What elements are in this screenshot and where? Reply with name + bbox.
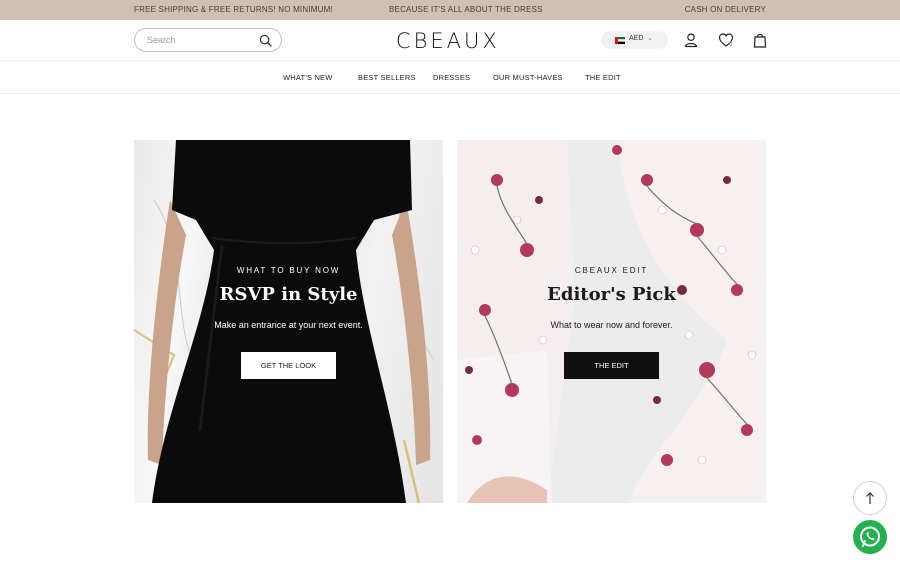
- announcement-tagline: BECAUSE IT'S ALL ABOUT THE DRESS: [389, 5, 543, 14]
- announcement-cod: CASH ON DELIVERY: [684, 5, 766, 14]
- site-header: CBEAUX AED ⌄ 0: [0, 20, 900, 61]
- nav-item-our-must-haves[interactable]: OUR MUST-HAVES: [493, 73, 563, 82]
- whatsapp-chat-button[interactable]: [853, 520, 887, 554]
- promo-subtitle: What to wear now and forever.: [550, 320, 673, 330]
- user-icon[interactable]: [683, 32, 699, 48]
- search-icon[interactable]: [259, 34, 272, 47]
- whatsapp-icon: [860, 526, 880, 547]
- search-box[interactable]: [134, 28, 282, 52]
- site-logo[interactable]: CBEAUX: [396, 29, 500, 53]
- promo-subtitle: Make an entrance at your next event.: [214, 320, 363, 330]
- main-nav: WHAT'S NEW BEST SELLERS DRESSES OUR MUST…: [0, 62, 900, 94]
- nav-item-whats-new[interactable]: WHAT'S NEW: [283, 73, 333, 82]
- wishlist-count-badge: 0: [729, 42, 733, 48]
- promo-kicker: CBEAUX EDIT: [574, 266, 649, 275]
- shopping-bag-icon[interactable]: [752, 32, 768, 48]
- currency-selector[interactable]: AED ⌄: [601, 31, 668, 49]
- arrow-up-icon: [866, 492, 874, 504]
- announcement-bar: FREE SHIPPING & FREE RETURNS! NO MINIMUM…: [0, 0, 900, 20]
- currency-code: AED: [629, 35, 644, 42]
- nav-item-dresses[interactable]: DRESSES: [433, 73, 470, 82]
- promo-card-rsvp[interactable]: WHAT TO BUY NOW RSVP in Style Make an en…: [134, 140, 443, 503]
- promo-title: RSVP in Style: [219, 284, 358, 305]
- announcement-shipping: FREE SHIPPING & FREE RETURNS! NO MINIMUM…: [134, 5, 333, 14]
- promo-title: Editor's Pick: [547, 284, 676, 305]
- chevron-down-icon: ⌄: [647, 35, 653, 42]
- scroll-to-top-button[interactable]: [853, 481, 887, 515]
- uae-flag-icon: [615, 37, 625, 44]
- search-input[interactable]: [147, 33, 257, 47]
- promo-card-editors-pick[interactable]: CBEAUX EDIT Editor's Pick What to wear n…: [457, 140, 766, 503]
- get-the-look-button[interactable]: GET THE LOOK: [241, 352, 336, 379]
- nav-item-best-sellers[interactable]: BEST SELLERS: [358, 73, 416, 82]
- the-edit-button[interactable]: THE EDIT: [564, 352, 659, 379]
- promo-kicker: WHAT TO BUY NOW: [236, 266, 341, 275]
- nav-item-the-edit[interactable]: THE EDIT: [585, 73, 621, 82]
